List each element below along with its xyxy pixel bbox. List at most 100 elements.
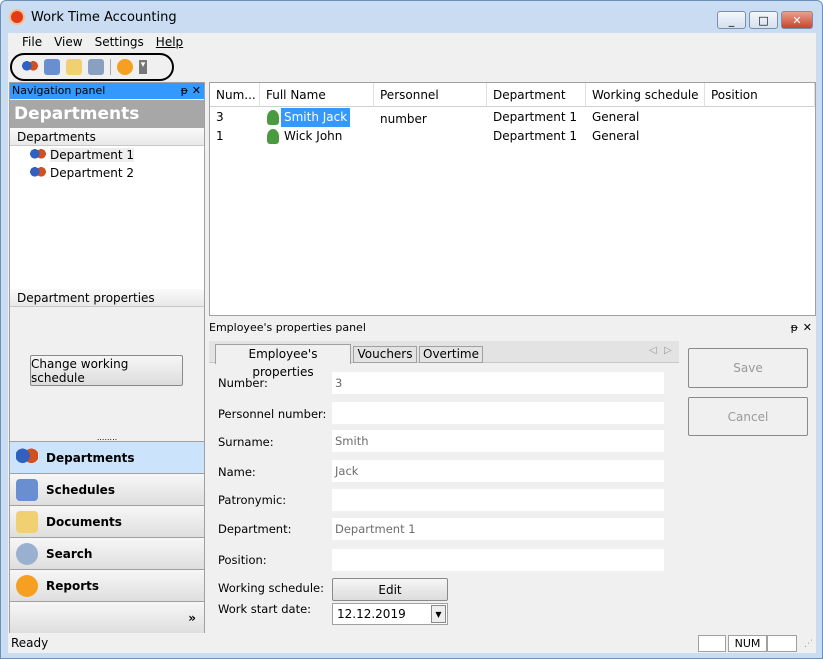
- cell-working-schedule: General: [592, 110, 640, 124]
- edit-schedule-button[interactable]: Edit: [332, 578, 448, 601]
- search-icon[interactable]: [88, 59, 104, 75]
- tab-overtime[interactable]: Overtime: [419, 346, 483, 363]
- dropdown-arrow-icon[interactable]: ▼: [431, 605, 446, 623]
- menu-file[interactable]: File: [22, 35, 42, 49]
- close-icon[interactable]: ✕: [192, 83, 201, 99]
- cell-number: 1: [216, 129, 224, 143]
- nav-button-documents[interactable]: Documents: [10, 505, 204, 537]
- department-icon: [30, 167, 46, 179]
- nav-panel-title: Navigation panel: [12, 84, 106, 97]
- tab-strip: Employee's properties Vouchers Overtime …: [209, 341, 679, 379]
- status-panel-num: NUM: [728, 635, 767, 652]
- nav-panel-header: Navigation panel ᵽ ✕: [10, 83, 204, 99]
- status-panel-caps: [698, 635, 726, 652]
- employees-grid: Num... Full Name Personnel number Depart…: [209, 82, 816, 316]
- department-field[interactable]: Department 1: [332, 518, 664, 540]
- working-schedule-label: Working schedule:: [218, 581, 324, 595]
- department-tree: Department 1 Department 2: [10, 146, 204, 289]
- personnel-number-field[interactable]: [332, 402, 664, 424]
- department-properties-header: Department properties: [10, 289, 204, 307]
- departments-icon[interactable]: [22, 61, 38, 73]
- table-row[interactable]: 1 Wick John Department 1 General: [210, 127, 815, 146]
- gear-icon: [16, 574, 38, 597]
- patronymic-field[interactable]: [332, 489, 664, 511]
- documents-icon: [16, 510, 38, 533]
- reports-icon[interactable]: [117, 59, 133, 75]
- clock-icon: [9, 9, 25, 25]
- maximize-button[interactable]: □: [749, 11, 778, 29]
- nav-button-search[interactable]: Search: [10, 537, 204, 569]
- nav-section-title: Departments: [10, 100, 204, 128]
- table-row[interactable]: 3 Smith Jack Department 1 General: [210, 108, 815, 127]
- nav-more-button[interactable]: »: [10, 601, 204, 633]
- change-working-schedule-button[interactable]: Change working schedule: [30, 355, 183, 386]
- number-label: Number:: [218, 376, 268, 390]
- resize-grip-icon[interactable]: ⋰: [804, 639, 813, 649]
- date-value: 12.12.2019: [337, 607, 406, 621]
- close-button[interactable]: ✕: [781, 11, 813, 29]
- navigation-panel: Navigation panel ᵽ ✕ Departments Departm…: [9, 82, 205, 633]
- window-title: Work Time Accounting: [31, 9, 177, 25]
- menu-bar: File View Settings Help: [8, 33, 195, 51]
- column-header-number[interactable]: Num...: [210, 83, 260, 107]
- position-label: Position:: [218, 553, 267, 567]
- name-label: Name:: [218, 465, 256, 479]
- column-header-department[interactable]: Department: [487, 83, 586, 107]
- employee-properties-header: Employee's properties panel ᵽ ✕: [209, 319, 816, 337]
- close-icon[interactable]: ✕: [803, 319, 812, 337]
- column-header-working-schedule[interactable]: Working schedule: [586, 83, 705, 107]
- tree-item-label: Department 1: [50, 148, 135, 162]
- toolbar-overflow-icon[interactable]: ▾: [139, 60, 147, 74]
- nav-button-label: Reports: [46, 578, 100, 593]
- cell-full-name: Smith Jack: [281, 108, 351, 127]
- column-header-full-name[interactable]: Full Name: [260, 83, 374, 107]
- surname-field[interactable]: Smith: [332, 430, 664, 452]
- menu-settings[interactable]: Settings: [95, 35, 144, 49]
- search-icon: [16, 542, 38, 565]
- pin-icon[interactable]: ᵽ: [181, 83, 188, 99]
- nav-button-reports[interactable]: Reports: [10, 569, 204, 601]
- column-header-position[interactable]: Position: [705, 83, 815, 107]
- column-header-personnel-number[interactable]: Personnel number: [374, 83, 487, 126]
- tree-item-department-1[interactable]: Department 1: [30, 146, 135, 164]
- pin-icon[interactable]: ᵽ: [791, 319, 798, 337]
- patronymic-label: Patronymic:: [218, 493, 287, 507]
- app-window: Work Time Accounting _ □ ✕ File View Set…: [0, 0, 823, 659]
- work-start-date-label: Work start date:: [218, 602, 312, 616]
- nav-button-label: Documents: [46, 514, 122, 529]
- cell-department: Department 1: [493, 129, 578, 143]
- person-icon: [267, 110, 279, 125]
- tab-scroll-left-icon[interactable]: ◁: [649, 345, 657, 356]
- nav-button-schedules[interactable]: Schedules: [10, 473, 204, 505]
- menu-view[interactable]: View: [54, 35, 82, 49]
- surname-label: Surname:: [218, 435, 274, 449]
- number-field[interactable]: 3: [332, 372, 664, 394]
- tab-employees-properties[interactable]: Employee's properties: [215, 344, 351, 379]
- tab-vouchers[interactable]: Vouchers: [353, 346, 417, 363]
- nav-button-departments[interactable]: Departments: [10, 441, 204, 473]
- status-text: Ready: [11, 636, 49, 650]
- tree-item-department-2[interactable]: Department 2: [30, 164, 134, 182]
- schedules-icon[interactable]: [44, 59, 60, 75]
- minimize-button[interactable]: _: [717, 11, 746, 29]
- work-start-date-picker[interactable]: 12.12.2019 ▼: [332, 603, 448, 625]
- cell-department: Department 1: [493, 110, 578, 124]
- name-field[interactable]: Jack: [332, 460, 664, 482]
- schedules-icon: [16, 478, 38, 501]
- save-button[interactable]: Save: [688, 348, 808, 388]
- tab-scroll-right-icon[interactable]: ▷: [664, 345, 672, 356]
- documents-icon[interactable]: [66, 59, 82, 75]
- toolbar: ▾: [10, 53, 174, 81]
- status-bar: Ready: [8, 634, 816, 653]
- cancel-button[interactable]: Cancel: [688, 397, 808, 436]
- cell-full-name: Wick John: [284, 129, 343, 143]
- cell-working-schedule: General: [592, 129, 640, 143]
- panel-title: Employee's properties panel: [209, 321, 366, 334]
- position-field[interactable]: [332, 549, 664, 571]
- chevron-double-icon: »: [188, 610, 196, 625]
- status-panel-scroll: [767, 635, 797, 652]
- nav-button-label: Schedules: [46, 482, 115, 497]
- department-label: Department:: [218, 522, 292, 536]
- departments-icon: [16, 446, 38, 469]
- menu-help[interactable]: Help: [156, 35, 183, 49]
